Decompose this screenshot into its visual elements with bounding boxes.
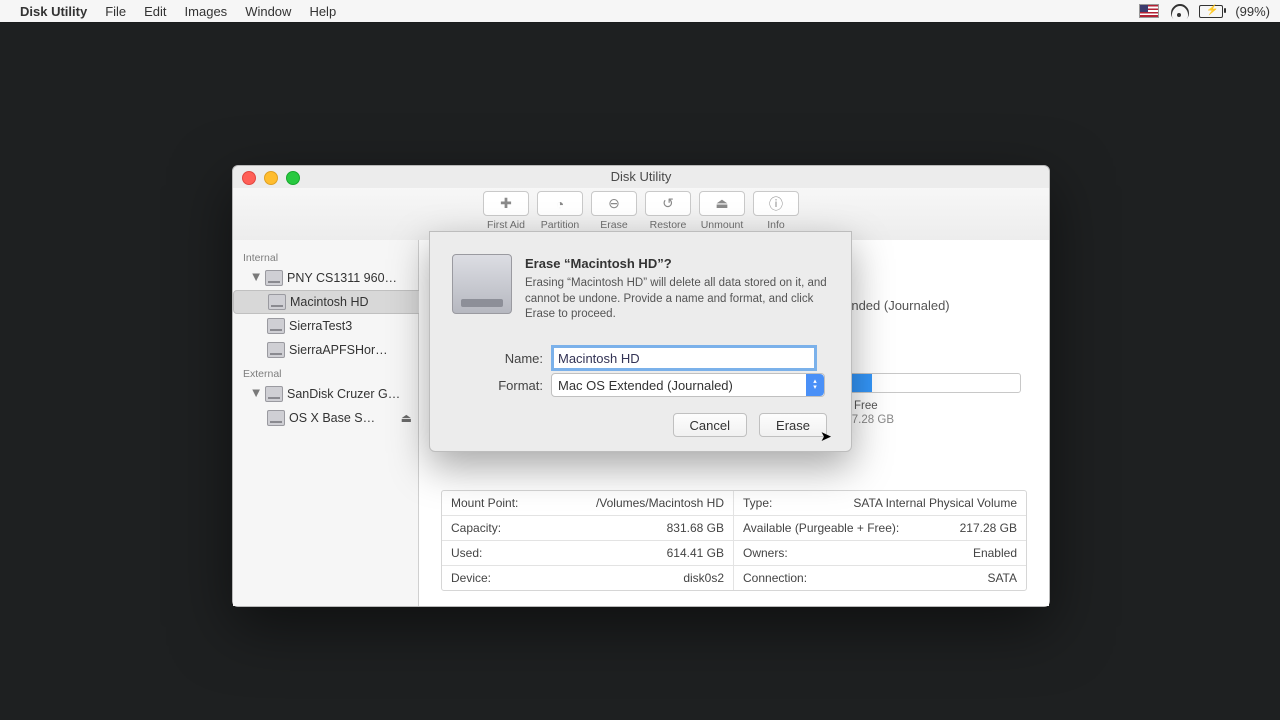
zoom-button[interactable] xyxy=(286,171,300,185)
sidebar-item-disk[interactable]: ▶PNY CS1311 960… xyxy=(233,266,418,290)
erase-button[interactable]: Erase xyxy=(759,413,827,437)
toolbar-info[interactable]: ⓘInfo xyxy=(752,191,800,231)
info-table: Mount Point:/Volumes/Macintosh HD Type:S… xyxy=(441,490,1027,591)
drive-icon xyxy=(452,254,512,314)
info-cell: Capacity:831.68 GB xyxy=(442,516,734,541)
menu-help[interactable]: Help xyxy=(309,4,336,19)
cancel-button[interactable]: Cancel xyxy=(673,413,747,437)
volume-icon xyxy=(267,318,285,334)
info-cell: Used:614.41 GB xyxy=(442,541,734,566)
chevron-up-down-icon: ▴▾ xyxy=(806,374,824,396)
dialog-title: Erase “Macintosh HD”? xyxy=(525,256,672,271)
info-cell: Type:SATA Internal Physical Volume xyxy=(734,491,1026,516)
disclosure-icon[interactable]: ▶ xyxy=(251,389,262,399)
toolbar-unmount[interactable]: ⏏Unmount xyxy=(698,191,746,231)
volume-icon xyxy=(267,410,285,426)
format-value: Mac OS Extended (Journaled) xyxy=(558,378,733,393)
info-cell: Device:disk0s2 xyxy=(442,566,734,590)
volume-icon xyxy=(268,294,286,310)
info-cell: Available (Purgeable + Free):217.28 GB xyxy=(734,516,1026,541)
name-input[interactable] xyxy=(551,345,817,371)
menu-file[interactable]: File xyxy=(105,4,126,19)
dialog-description: Erasing “Macintosh HD” will delete all d… xyxy=(525,276,833,323)
sidebar-item-volume[interactable]: OS X Base S…⏏ xyxy=(233,406,418,430)
format-label: Format: xyxy=(488,378,543,393)
toolbar-first-aid[interactable]: ✚First Aid xyxy=(482,191,530,231)
toolbar-restore[interactable]: ↺Restore xyxy=(644,191,692,231)
menu-images[interactable]: Images xyxy=(185,4,228,19)
menu-edit[interactable]: Edit xyxy=(144,4,166,19)
sidebar: Internal ▶PNY CS1311 960… Macintosh HD S… xyxy=(233,240,419,606)
window-title: Disk Utility xyxy=(611,169,672,184)
volume-icon xyxy=(267,342,285,358)
info-cell: Connection:SATA xyxy=(734,566,1026,590)
wifi-icon[interactable] xyxy=(1171,5,1187,17)
info-cell: Mount Point:/Volumes/Macintosh HD xyxy=(442,491,734,516)
close-button[interactable] xyxy=(242,171,256,185)
app-menu[interactable]: Disk Utility xyxy=(20,4,87,19)
eject-icon[interactable]: ⏏ xyxy=(401,411,412,425)
window-titlebar[interactable]: Disk Utility xyxy=(233,166,1049,188)
menubar: Disk Utility File Edit Images Window Hel… xyxy=(0,0,1280,22)
sidebar-item-volume[interactable]: SierraTest3 xyxy=(233,314,418,338)
menu-window[interactable]: Window xyxy=(245,4,291,19)
info-cell: Owners:Enabled xyxy=(734,541,1026,566)
toolbar-partition[interactable]: ◔Partition xyxy=(536,191,584,231)
disk-icon xyxy=(265,270,283,286)
format-select[interactable]: Mac OS Extended (Journaled) ▴▾ xyxy=(551,373,825,397)
disclosure-icon[interactable]: ▶ xyxy=(251,273,262,283)
disk-icon xyxy=(265,386,283,402)
battery-percent: (99%) xyxy=(1235,4,1270,19)
input-source-flag-icon[interactable] xyxy=(1139,4,1159,18)
sidebar-item-volume[interactable]: SierraAPFSHor… xyxy=(233,338,418,362)
name-label: Name: xyxy=(488,351,543,366)
toolbar-erase[interactable]: ⊖Erase xyxy=(590,191,638,231)
erase-dialog: Erase “Macintosh HD”? Erasing “Macintosh… xyxy=(429,231,852,452)
sidebar-header-external: External xyxy=(233,362,418,382)
battery-icon[interactable]: ⚡ xyxy=(1199,5,1223,18)
minimize-button[interactable] xyxy=(264,171,278,185)
sidebar-header-internal: Internal xyxy=(233,246,418,266)
sidebar-item-disk[interactable]: ▶SanDisk Cruzer G… xyxy=(233,382,418,406)
